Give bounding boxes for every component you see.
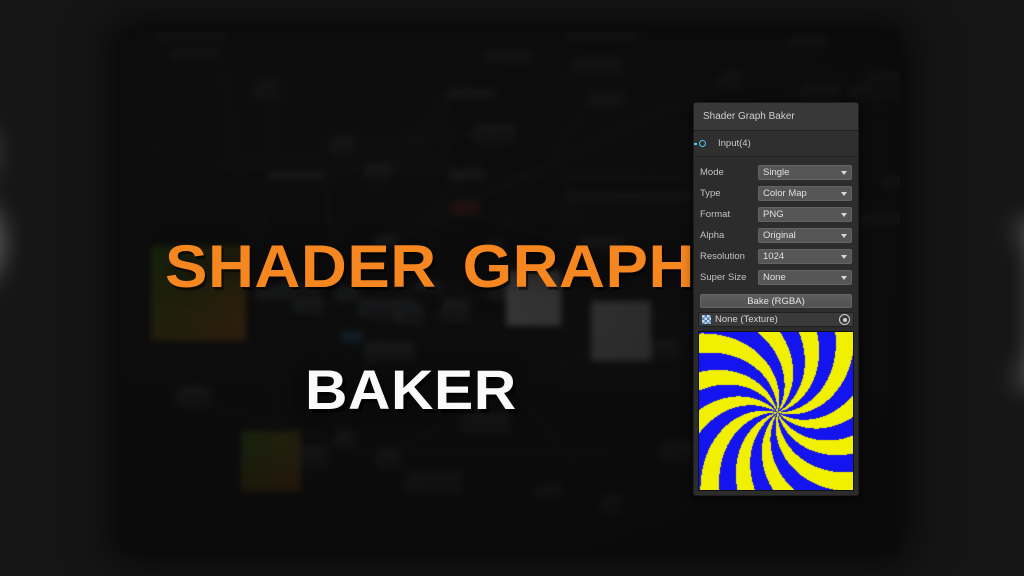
chevron-down-icon	[841, 170, 847, 175]
port-wire	[694, 143, 697, 145]
node-input-port-row[interactable]: Input(4)	[694, 131, 858, 157]
texture-preview	[698, 331, 854, 491]
row-mode: Mode Single	[700, 162, 852, 183]
texture-checker-icon	[702, 315, 711, 324]
chevron-down-icon	[841, 275, 847, 280]
texture-object-field[interactable]: None (Texture)	[698, 312, 854, 327]
dropdown-mode-value: Single	[763, 167, 790, 178]
dropdown-resolution-value: 1024	[763, 251, 785, 262]
texture-object-value: None (Texture)	[715, 314, 778, 325]
dropdown-resolution[interactable]: 1024	[758, 249, 852, 264]
chevron-down-icon	[841, 191, 847, 196]
dropdown-mode[interactable]: Single	[758, 165, 852, 180]
dropdown-alpha[interactable]: Original	[758, 228, 852, 243]
dropdown-alpha-value: Original	[763, 230, 796, 241]
backdrop-letter-left: S	[0, 89, 9, 328]
dropdown-format[interactable]: PNG	[758, 207, 852, 222]
dropdown-format-value: PNG	[763, 209, 784, 220]
label-type: Type	[700, 188, 721, 199]
backdrop-letter-right: B	[1014, 182, 1024, 421]
swirl-texture	[699, 332, 853, 490]
dropdown-type-value: Color Map	[763, 188, 807, 199]
node-header: Shader Graph Baker	[694, 103, 858, 131]
row-type: Type Color Map	[700, 183, 852, 204]
input-port-icon[interactable]	[699, 140, 706, 147]
bake-button[interactable]: Bake (RGBA)	[700, 294, 852, 308]
node-properties: Mode Single Type Color Map Format PNG Al…	[694, 157, 858, 292]
label-alpha: Alpha	[700, 230, 725, 241]
row-super-size: Super Size None	[700, 267, 852, 288]
label-super-size: Super Size	[700, 272, 747, 283]
label-format: Format	[700, 209, 731, 220]
row-format: Format PNG	[700, 204, 852, 225]
shader-graph-baker-node[interactable]: Shader Graph Baker Input(4) Mode Single …	[693, 102, 859, 496]
node-title: Shader Graph Baker	[703, 111, 795, 122]
dropdown-type[interactable]: Color Map	[758, 186, 852, 201]
thumbnail-card: Shader Graph Baker Shader Graph Baker In…	[121, 31, 900, 553]
dropdown-super-size[interactable]: None	[758, 270, 852, 285]
chevron-down-icon	[841, 254, 847, 259]
chevron-down-icon	[841, 212, 847, 217]
input-port-label: Input(4)	[718, 138, 751, 149]
label-resolution: Resolution	[700, 251, 745, 262]
object-picker-icon[interactable]	[839, 314, 850, 325]
label-mode: Mode	[700, 167, 724, 178]
row-alpha: Alpha Original	[700, 225, 852, 246]
row-resolution: Resolution 1024	[700, 246, 852, 267]
dropdown-super-size-value: None	[763, 272, 786, 283]
chevron-down-icon	[841, 233, 847, 238]
